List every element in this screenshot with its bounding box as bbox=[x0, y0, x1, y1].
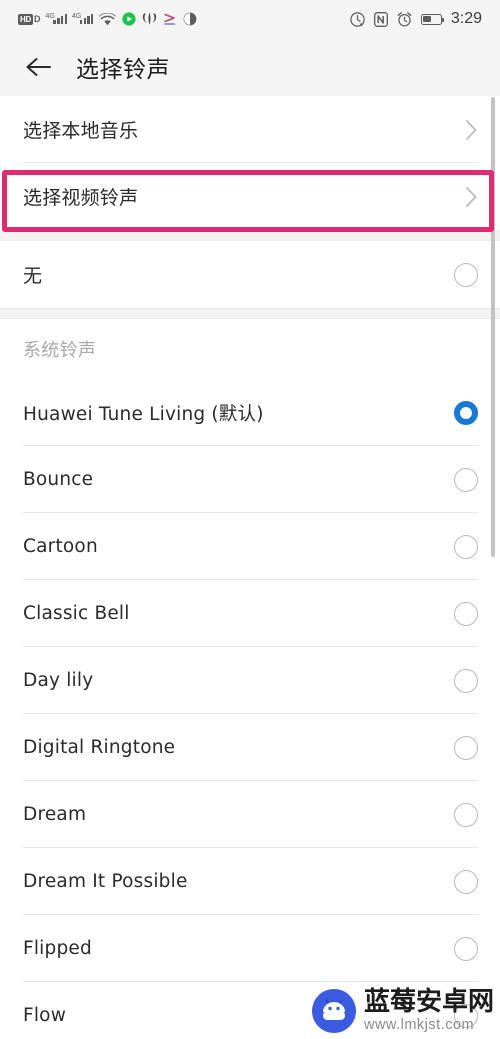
section-header-system-ringtones: 系统铃声 bbox=[0, 319, 500, 379]
back-arrow-icon[interactable] bbox=[24, 52, 54, 82]
app-green-circle-icon bbox=[122, 12, 136, 26]
radio-ringtone[interactable] bbox=[454, 400, 478, 425]
app-bar: 选择铃声 bbox=[0, 38, 500, 96]
row-label: Flow bbox=[23, 1005, 67, 1026]
page-title: 选择铃声 bbox=[76, 57, 170, 83]
network-label-2: 4G bbox=[71, 12, 82, 20]
row-label: 选择视频铃声 bbox=[23, 187, 139, 209]
radio-ringtone[interactable] bbox=[454, 802, 478, 827]
row-label: Day lily bbox=[23, 670, 94, 691]
chevron-right-icon bbox=[465, 186, 478, 208]
row-select-local-music[interactable]: 选择本地音乐 bbox=[0, 96, 500, 163]
row-ringtone[interactable]: Dream It Possible bbox=[0, 848, 500, 915]
hd-sub-label: D bbox=[33, 14, 41, 24]
radio-ringtone[interactable] bbox=[454, 735, 478, 760]
radio-circle-icon bbox=[454, 467, 478, 492]
nfc-icon bbox=[373, 11, 388, 27]
radio-selected-icon bbox=[454, 400, 478, 425]
radio-circle-icon bbox=[454, 262, 478, 287]
radio-ringtone[interactable] bbox=[454, 936, 478, 961]
row-label: Digital Ringtone bbox=[23, 737, 176, 758]
status-bar-left-icons: HD D 4G 4G bbox=[18, 12, 197, 26]
hd-volte-icon: HD D bbox=[18, 13, 41, 25]
row-ringtone[interactable]: Flow bbox=[0, 982, 500, 1039]
row-ringtone[interactable]: Digital Ringtone bbox=[0, 714, 500, 781]
signal-4g-sim1-icon: 4G bbox=[45, 12, 67, 25]
radio-circle-icon bbox=[454, 668, 478, 693]
radio-circle-icon bbox=[454, 1003, 478, 1028]
row-label: Flipped bbox=[23, 938, 92, 959]
status-bar: HD D 4G 4G 3:29 bbox=[0, 0, 500, 38]
radio-circle-icon bbox=[454, 601, 478, 626]
radio-ringtone[interactable] bbox=[454, 467, 478, 492]
row-none[interactable]: 无 bbox=[0, 241, 500, 308]
sound-balance-icon bbox=[183, 12, 197, 26]
row-ringtone[interactable]: Huawei Tune Living (默认) bbox=[0, 379, 500, 446]
signal-bars-1 bbox=[53, 13, 67, 25]
row-ringtone[interactable]: Bounce bbox=[0, 446, 500, 513]
row-label: Dream It Possible bbox=[23, 871, 188, 892]
hd-label: HD bbox=[18, 13, 33, 25]
row-label: Classic Bell bbox=[23, 603, 130, 624]
radio-none[interactable] bbox=[454, 262, 478, 287]
row-ringtone[interactable]: Day lily bbox=[0, 647, 500, 714]
radio-circle-icon bbox=[454, 735, 478, 760]
row-select-video-ringtone[interactable]: 选择视频铃声 bbox=[0, 163, 500, 230]
chevron-right-icon bbox=[465, 119, 478, 141]
ringtone-list: 选择本地音乐 选择视频铃声 无 系统铃声 Huawei Tune Living … bbox=[0, 96, 500, 1039]
signal-4g-sim2-icon: 4G bbox=[71, 12, 94, 25]
battery-icon bbox=[420, 13, 445, 25]
row-ringtone[interactable]: Dream bbox=[0, 781, 500, 848]
section-gap bbox=[0, 230, 500, 241]
vertical-scrollbar-thumb[interactable] bbox=[491, 97, 495, 557]
alarm-clock-icon bbox=[397, 11, 412, 27]
row-label: Cartoon bbox=[23, 536, 98, 557]
row-ringtone[interactable]: Cartoon bbox=[0, 513, 500, 580]
radio-circle-icon bbox=[454, 802, 478, 827]
row-label: Bounce bbox=[23, 469, 94, 490]
row-ringtone[interactable]: Classic Bell bbox=[0, 580, 500, 647]
radio-ringtone[interactable] bbox=[454, 1003, 478, 1028]
row-label: Dream bbox=[23, 804, 87, 825]
network-label-1: 4G bbox=[45, 12, 55, 20]
row-label: Huawei Tune Living (默认) bbox=[23, 403, 264, 425]
row-ringtone[interactable]: Flipped bbox=[0, 915, 500, 982]
phone-screen: HD D 4G 4G 3:29 选择铃声 选择本地音乐 选择视频铃声 无 系统铃… bbox=[0, 0, 500, 1039]
radio-ringtone[interactable] bbox=[454, 601, 478, 626]
section-gap-2 bbox=[0, 308, 500, 319]
radio-circle-icon bbox=[454, 534, 478, 559]
radio-ringtone[interactable] bbox=[454, 534, 478, 559]
wifi-icon bbox=[99, 12, 117, 26]
radio-circle-icon bbox=[454, 869, 478, 894]
data-saver-icon bbox=[350, 11, 365, 27]
signal-bars-2 bbox=[79, 13, 94, 25]
radio-circle-icon bbox=[454, 936, 478, 961]
radio-ringtone[interactable] bbox=[454, 869, 478, 894]
status-bar-right-icons: 3:29 bbox=[350, 10, 482, 28]
row-label: 无 bbox=[23, 265, 43, 287]
row-label: 选择本地音乐 bbox=[23, 120, 139, 142]
status-time: 3:29 bbox=[450, 10, 482, 27]
share-arrow-icon bbox=[163, 13, 177, 26]
radio-ringtone[interactable] bbox=[454, 668, 478, 693]
huawei-petal-icon bbox=[142, 12, 157, 26]
